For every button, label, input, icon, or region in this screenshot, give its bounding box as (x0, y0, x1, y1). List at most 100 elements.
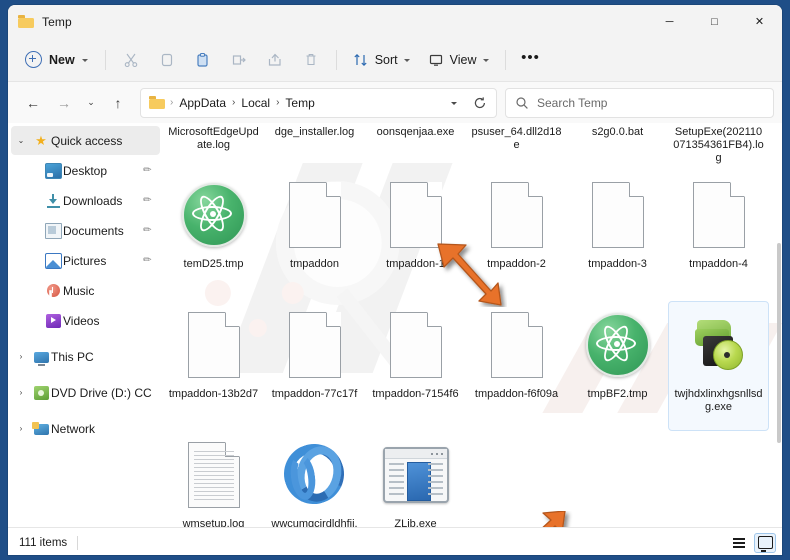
file-thumbnail (265, 172, 364, 258)
file-name: oonsqenjaa.exe (376, 126, 455, 138)
file-item[interactable]: wwcumgcjrdldhfjj.exe (264, 431, 365, 527)
new-button-label: New (49, 52, 75, 67)
sidebar-label: Music (63, 283, 95, 298)
breadcrumb-item-temp[interactable]: Temp (283, 95, 316, 111)
sidebar-label: Documents (63, 223, 124, 238)
expander-icon[interactable]: › (11, 424, 31, 433)
blank-document-icon (288, 182, 341, 248)
close-button[interactable]: ✕ (737, 5, 782, 38)
sort-label: Sort (374, 52, 398, 67)
sidebar-item-desktop[interactable]: Desktop ✐ (11, 156, 160, 185)
file-item[interactable]: temD25.tmp (163, 171, 264, 301)
scrollbar-thumb[interactable] (777, 243, 781, 443)
file-item[interactable]: wmsetup.log (163, 431, 264, 527)
back-button[interactable]: ← (18, 89, 48, 117)
file-list-pane[interactable]: MicrosoftEdgeUpdate.log dge_installer.lo… (163, 123, 782, 527)
folder-icon (149, 96, 165, 109)
new-button[interactable]: New (18, 45, 97, 75)
sidebar-item-this-pc[interactable]: › This PC (11, 342, 160, 371)
file-item[interactable]: MicrosoftEdgeUpdate.log (163, 123, 264, 171)
expander-icon[interactable]: ⌄ (11, 136, 31, 145)
folder-icon (18, 15, 34, 28)
sidebar-item-documents[interactable]: Documents ✐ (11, 216, 160, 245)
breadcrumb: AppData › Local › Temp (177, 95, 442, 111)
file-item[interactable]: SetupExe(202110071354361FB4).log (668, 123, 769, 171)
forward-button[interactable]: → (49, 89, 79, 117)
sidebar-item-network[interactable]: › Network (11, 414, 160, 443)
paste-button[interactable] (186, 45, 220, 75)
view-button[interactable]: View (420, 45, 497, 75)
file-item[interactable]: tmpaddon-7154f6 (365, 301, 466, 431)
recent-locations-button[interactable]: ⌄ (80, 89, 102, 117)
file-item[interactable]: ZLib.exe (365, 431, 466, 527)
file-name: SetupExe(202110071354361FB4).log (673, 126, 764, 164)
file-item[interactable]: tmpaddon-13b2d7 (163, 301, 264, 431)
blank-document-icon (591, 182, 644, 248)
lined-log-icon (187, 442, 240, 508)
file-thumbnail (467, 302, 566, 388)
search-box[interactable]: Search Temp (505, 87, 774, 118)
file-item-selected[interactable]: twjhdxlinxhgsnllsdg.exe (668, 301, 769, 431)
details-view-button[interactable] (728, 533, 750, 553)
breadcrumb-item-local[interactable]: Local (239, 95, 272, 111)
file-thumbnail (669, 172, 768, 258)
rename-button[interactable] (222, 45, 256, 75)
file-item[interactable]: tmpaddon-f6f09a (466, 301, 567, 431)
atom-icon (181, 183, 246, 247)
more-options-button[interactable]: ••• (514, 45, 548, 75)
sidebar-label: Pictures (63, 253, 107, 268)
file-thumbnail (164, 172, 263, 258)
large-icons-view-button[interactable] (754, 532, 776, 553)
address-bar[interactable]: › AppData › Local › Temp (140, 87, 497, 118)
view-label: View (449, 52, 477, 67)
blue-swirl-icon (275, 435, 352, 513)
file-item[interactable]: psuser_64.dll2d18e (466, 123, 567, 171)
star-icon: ★ (35, 132, 47, 148)
sidebar-item-dvd-drive[interactable]: › DVD Drive (D:) CCCC (11, 378, 160, 407)
minimize-button[interactable]: ─ (647, 5, 692, 38)
up-button[interactable]: ↑ (103, 89, 133, 117)
breadcrumb-item-appdata[interactable]: AppData (177, 95, 228, 111)
file-item[interactable]: tmpaddon-77c17f (264, 301, 365, 431)
sidebar-item-quick-access[interactable]: ⌄ ★ Quick access (11, 126, 160, 155)
file-name: dge_installer.log (274, 126, 355, 138)
pin-icon: ✐ (139, 163, 153, 178)
copy-button[interactable] (150, 45, 184, 75)
blank-document-icon (389, 182, 442, 248)
plus-icon (25, 51, 42, 68)
file-item[interactable]: s2g0.0.bat (567, 123, 668, 171)
title-bar-left: Temp (8, 15, 72, 29)
refresh-button[interactable] (468, 91, 492, 115)
maximize-button[interactable]: □ (692, 5, 737, 38)
file-item[interactable]: tmpaddon (264, 171, 365, 301)
sidebar-item-pictures[interactable]: Pictures ✐ (11, 246, 160, 275)
command-bar: New Sort View ••• (8, 38, 782, 82)
sidebar-item-music[interactable]: Music (11, 276, 160, 305)
pin-icon: ✐ (139, 193, 153, 208)
file-item[interactable]: oonsqenjaa.exe (365, 123, 466, 171)
sidebar-item-downloads[interactable]: Downloads ✐ (11, 186, 160, 215)
file-item[interactable]: tmpaddon-1 (365, 171, 466, 301)
sidebar-label: Downloads (63, 193, 123, 208)
pin-icon: ✐ (139, 223, 153, 238)
file-item[interactable]: tmpBF2.tmp (567, 301, 668, 431)
sidebar-label: Network (51, 421, 96, 436)
sidebar-item-videos[interactable]: Videos (11, 306, 160, 335)
pin-icon: ✐ (139, 253, 153, 268)
share-button[interactable] (258, 45, 292, 75)
delete-button[interactable] (294, 45, 328, 75)
sort-button[interactable]: Sort (345, 45, 418, 75)
expander-icon[interactable]: › (11, 352, 31, 361)
chevron-down-icon (451, 101, 457, 105)
file-item[interactable]: tmpaddon-3 (567, 171, 668, 301)
chevron-down-icon (403, 58, 410, 62)
file-item[interactable]: tmpaddon-2 (466, 171, 567, 301)
address-dropdown-button[interactable] (442, 91, 466, 115)
expander-icon[interactable]: › (11, 388, 31, 397)
cut-button[interactable] (114, 45, 148, 75)
file-item[interactable]: tmpaddon-4 (668, 171, 769, 301)
file-item[interactable]: dge_installer.log (264, 123, 365, 171)
vertical-scrollbar[interactable] (776, 123, 782, 527)
sidebar-label: Quick access (51, 133, 123, 148)
this-pc-icon (31, 351, 51, 366)
